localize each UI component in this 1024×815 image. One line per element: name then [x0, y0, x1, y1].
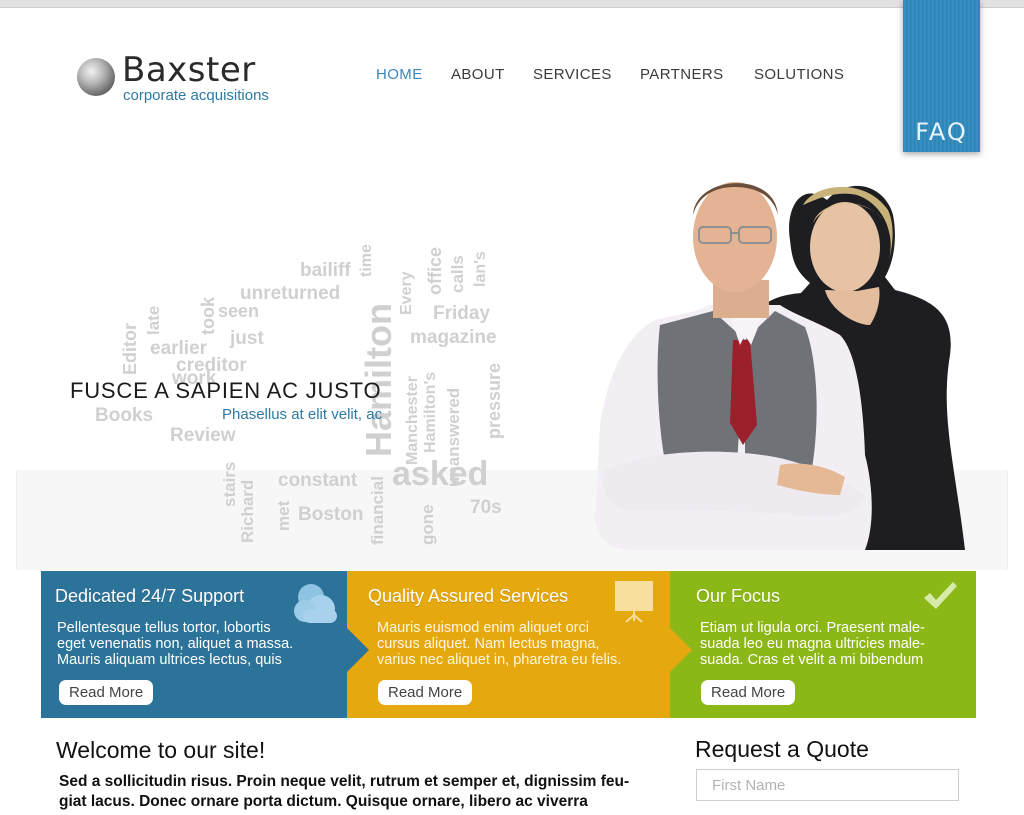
brand-name: Baxster — [122, 50, 256, 90]
cloud-word: magazine — [410, 327, 497, 348]
cloud-word: just — [230, 328, 264, 349]
cloud-word: financial — [368, 476, 387, 545]
feature-focus: Our Focus Etiam ut ligula orci. Praesent… — [670, 571, 976, 718]
cloud-word: asked — [392, 455, 489, 493]
cloud-icon — [294, 584, 337, 623]
feature-boxes: Dedicated 24/7 Support Pellentesque tell… — [41, 571, 976, 718]
cloud-word: Manchester — [404, 376, 421, 465]
business-people-photo — [595, 182, 965, 550]
feature-quality: Quality Assured Services Mauris euismod … — [347, 571, 670, 718]
cloud-word: late — [144, 305, 163, 335]
globe-logo-icon — [77, 58, 115, 96]
cloud-word: gone — [418, 504, 437, 545]
nav-home[interactable]: HOME — [376, 66, 423, 83]
cloud-word: Books — [95, 405, 154, 426]
presentation-board-icon — [615, 581, 653, 623]
nav-partners[interactable]: PARTNERS — [640, 66, 724, 83]
cloud-word: constant — [278, 470, 358, 491]
read-more-button[interactable]: Read More — [378, 680, 473, 705]
first-name-field[interactable] — [696, 769, 959, 801]
feature-text: Mauris euismod enim aliquet orci cursus … — [377, 620, 622, 668]
cloud-word: Review — [170, 425, 236, 446]
feature-title: Quality Assured Services — [368, 586, 569, 606]
cloud-word: Every — [398, 271, 415, 315]
cloud-word: bailiff — [300, 260, 351, 281]
cloud-word: Hamilton's — [422, 371, 439, 453]
cloud-word: took — [198, 297, 218, 335]
welcome-title: Welcome to our site! — [56, 737, 266, 763]
feature-text: Etiam ut ligula orci. Praesent male- sua… — [700, 620, 925, 668]
cloud-word: 70s — [470, 497, 502, 518]
welcome-text: Sed a sollicitudin risus. Proin neque ve… — [59, 773, 630, 810]
cloud-word: seen — [218, 301, 260, 321]
feature-title: Dedicated 24/7 Support — [55, 586, 245, 606]
quote-title: Request a Quote — [695, 736, 869, 762]
read-more-button[interactable]: Read More — [59, 680, 154, 705]
faq-ribbon[interactable]: FAQ — [903, 0, 980, 152]
nav-about[interactable]: ABOUT — [451, 66, 505, 83]
cloud-word: lan's — [472, 251, 489, 287]
feature-support: Dedicated 24/7 Support Pellentesque tell… — [41, 571, 347, 718]
checkmark-icon — [924, 582, 957, 609]
hero-subtitle: Phasellus at elit velit, ac — [222, 406, 383, 423]
cloud-word: Friday — [433, 303, 491, 324]
feature-arrow — [670, 628, 692, 672]
logo[interactable]: Baxster corporate acquisitions — [76, 50, 336, 112]
read-more-button[interactable]: Read More — [701, 680, 796, 705]
faq-label: FAQ — [915, 118, 968, 146]
cloud-word: pressure — [484, 362, 504, 439]
feature-arrow — [347, 628, 369, 672]
feature-text: Pellentesque tellus tortor, lobortis ege… — [57, 620, 294, 668]
cloud-word: time — [358, 244, 375, 277]
cloud-word: Editor — [120, 323, 140, 375]
hero-title: FUSCE A SAPIEN AC JUSTO — [70, 378, 382, 403]
nav-services[interactable]: SERVICES — [533, 66, 612, 83]
cloud-word: stairs — [220, 461, 239, 507]
cloud-word: met — [274, 500, 293, 531]
feature-title: Our Focus — [696, 586, 781, 606]
cloud-word: Richard — [238, 479, 257, 543]
cloud-word: office — [425, 246, 445, 295]
top-border — [0, 0, 1024, 8]
brand-tagline: corporate acquisitions — [123, 87, 269, 104]
nav-solutions[interactable]: SOLUTIONS — [754, 66, 844, 83]
cloud-word: Boston — [298, 504, 364, 525]
cloud-word: calls — [448, 255, 467, 293]
